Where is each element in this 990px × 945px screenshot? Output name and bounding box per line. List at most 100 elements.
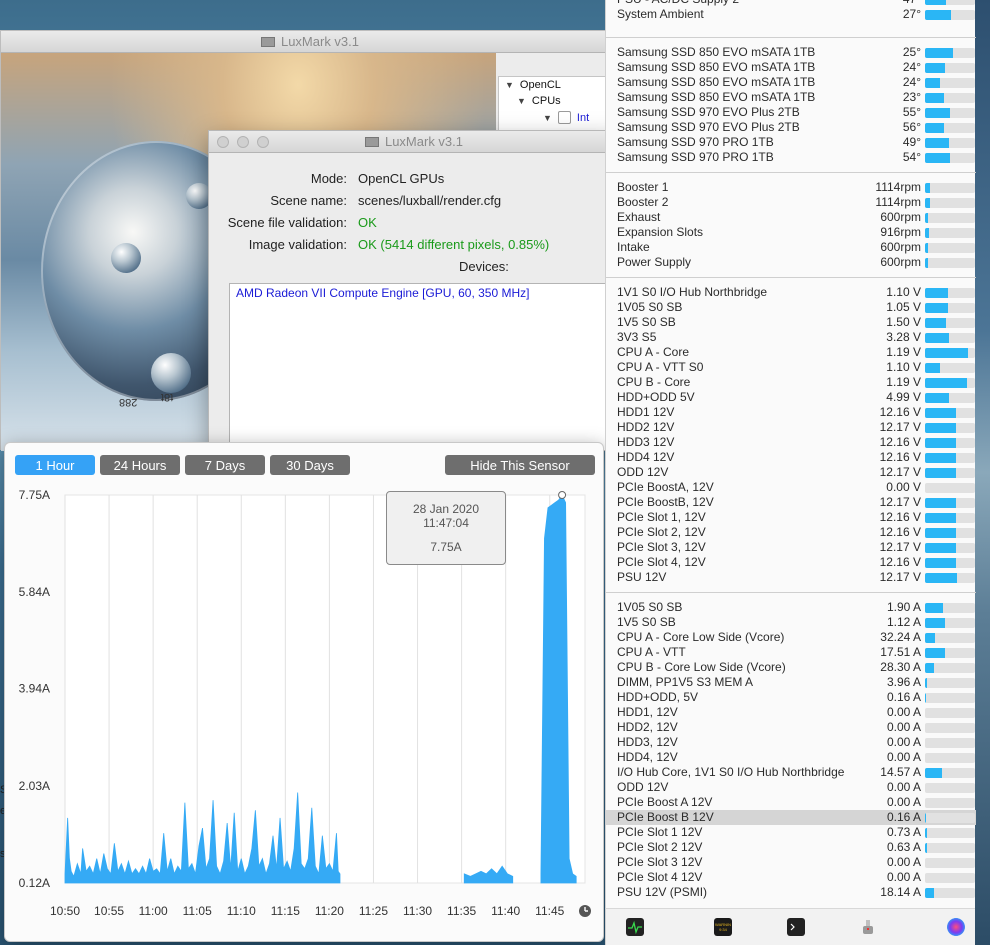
sensor-row[interactable]: 1V05 S0 SB 1.05 V	[606, 300, 976, 315]
sensor-value: 1.50 V	[886, 315, 921, 329]
sensor-history-chart[interactable]: 7.75A 5.84A 3.94A 2.03A 0.12A 10:50 10:55 11:0…	[5, 483, 604, 942]
sensor-row[interactable]: Samsung SSD 850 EVO mSATA 1TB 24°	[606, 75, 976, 90]
sensor-row[interactable]: Samsung SSD 850 EVO mSATA 1TB 23°	[606, 90, 976, 105]
close-window-icon[interactable]	[217, 136, 229, 148]
sensor-row[interactable]: PSU 12V (PSMI) 18.14 A	[606, 885, 976, 900]
sensor-level-fill	[925, 108, 950, 118]
peak-marker	[558, 491, 567, 499]
sensor-row[interactable]: PCIe Slot 4, 12V 12.16 V	[606, 555, 976, 570]
sensor-row[interactable]: CPU A - Core 1.19 V	[606, 345, 976, 360]
minimize-window-icon[interactable]	[237, 136, 249, 148]
sensor-row[interactable]: 1V5 S0 SB 1.50 V	[606, 315, 976, 330]
sensor-row[interactable]: PCIe BoostA, 12V 0.00 V	[606, 480, 976, 495]
luxmark-app-icon	[260, 36, 275, 47]
sensor-row[interactable]: CPU A - VTT 17.51 A	[606, 645, 976, 660]
sensor-level-bar	[925, 723, 975, 733]
sensor-row[interactable]: PCIe Slot 2 12V 0.63 A	[606, 840, 976, 855]
console-log-icon[interactable]: WARNIN 9:34	[714, 918, 732, 936]
sensor-row[interactable]: HDD3, 12V 0.00 A	[606, 735, 976, 750]
sensor-row[interactable]: Samsung SSD 970 PRO 1TB 54°	[606, 150, 976, 165]
sensor-row[interactable]: PCIe Slot 4 12V 0.00 A	[606, 870, 976, 885]
sensor-row[interactable]: HDD4, 12V 0.00 A	[606, 750, 976, 765]
sensor-row[interactable]: 1V5 S0 SB 1.12 A	[606, 615, 976, 630]
sensor-row[interactable]: HDD2 12V 12.17 V	[606, 420, 976, 435]
sensor-row[interactable]: CPU B - Core Low Side (Vcore) 28.30 A	[606, 660, 976, 675]
sensor-row[interactable]: Samsung SSD 970 EVO Plus 2TB 55°	[606, 105, 976, 120]
devices-list[interactable]: AMD Radeon VII Compute Engine [GPU, 60, …	[229, 283, 621, 451]
range-30-days-button[interactable]: 30 Days	[270, 455, 350, 475]
terminal-icon[interactable]	[787, 918, 805, 936]
tree-item-opencl[interactable]: ▼ OpenCL	[505, 79, 561, 91]
sensor-row[interactable]: PCIe Slot 2, 12V 12.16 V	[606, 525, 976, 540]
luxmark-back-titlebar[interactable]: LuxMark v3.1	[1, 31, 619, 53]
range-7-days-button[interactable]: 7 Days	[185, 455, 265, 475]
sensor-row[interactable]: PCIe Boost A 12V 0.00 A	[606, 795, 976, 810]
sensor-value: 12.16 V	[879, 525, 921, 539]
sensor-value: 0.00 A	[886, 780, 921, 794]
sensor-row[interactable]: HDD1 12V 12.16 V	[606, 405, 976, 420]
sensor-row[interactable]: HDD3 12V 12.16 V	[606, 435, 976, 450]
sensor-row[interactable]: PCIe Slot 3, 12V 12.17 V	[606, 540, 976, 555]
sensor-level-bar	[925, 783, 975, 793]
sensor-row[interactable]: PCIe BoostB, 12V 12.17 V	[606, 495, 976, 510]
sensor-row[interactable]: PCIe Slot 3 12V 0.00 A	[606, 855, 976, 870]
disclosure-triangle-icon[interactable]: ▼	[543, 113, 552, 123]
sensor-row[interactable]: ODD 12V 0.00 A	[606, 780, 976, 795]
sensor-row[interactable]: PCIe Slot 1, 12V 12.16 V	[606, 510, 976, 525]
tree-item-cpu-device[interactable]: ▼ Int	[543, 111, 589, 124]
tree-item-cpus[interactable]: ▼ CPUs	[517, 95, 561, 107]
sensor-level-fill	[925, 408, 956, 418]
sensor-row[interactable]: Exhaust 600rpm	[606, 210, 976, 225]
luxmark-front-titlebar[interactable]: LuxMark v3.1	[209, 131, 619, 153]
device-entry[interactable]: AMD Radeon VII Compute Engine [GPU, 60, …	[236, 286, 529, 300]
sensor-row[interactable]: 1V1 S0 I/O Hub Northbridge 1.10 V	[606, 285, 976, 300]
sensor-row[interactable]: HDD+ODD, 5V 0.16 A	[606, 690, 976, 705]
sensor-row[interactable]: DIMM, PP1V5 S3 MEM A 3.96 A	[606, 675, 976, 690]
sensor-name: 1V05 S0 SB	[617, 600, 683, 614]
sensor-name: Booster 2	[617, 195, 669, 209]
sensor-row[interactable]: I/O Hub Core, 1V1 S0 I/O Hub Northbridge…	[606, 765, 976, 780]
sensor-row[interactable]: CPU A - Core Low Side (Vcore) 32.24 A	[606, 630, 976, 645]
sensor-row[interactable]: 3V3 S5 3.28 V	[606, 330, 976, 345]
sensor-row[interactable]: PSU 12V 12.17 V	[606, 570, 976, 585]
sensor-row[interactable]: Booster 1 1114rpm	[606, 180, 976, 195]
sensor-name: HDD+ODD, 5V	[617, 690, 699, 704]
sensor-row[interactable]: Booster 2 1114rpm	[606, 195, 976, 210]
clock-icon[interactable]	[579, 905, 591, 917]
sensor-row[interactable]: HDD+ODD 5V 4.99 V	[606, 390, 976, 405]
activity-monitor-icon[interactable]	[626, 918, 644, 936]
istat-menus-icon[interactable]	[947, 918, 965, 936]
sensor-row[interactable]: Samsung SSD 970 PRO 1TB 49°	[606, 135, 976, 150]
sensor-row[interactable]: 1V05 S0 SB 1.90 A	[606, 600, 976, 615]
sensor-name: 1V5 S0 SB	[617, 315, 676, 329]
sensor-row[interactable]: Samsung SSD 970 EVO Plus 2TB 56°	[606, 120, 976, 135]
sensor-row[interactable]: System Ambient 27°	[606, 7, 976, 22]
sensor-row[interactable]: HDD4 12V 12.16 V	[606, 450, 976, 465]
sensor-row[interactable]: Intake 600rpm	[606, 240, 976, 255]
sensor-row[interactable]: HDD1, 12V 0.00 A	[606, 705, 976, 720]
sensor-row[interactable]: PCIe Slot 1 12V 0.73 A	[606, 825, 976, 840]
sensor-row[interactable]: Power Supply 600rpm	[606, 255, 976, 270]
range-1-hour-button[interactable]: 1 Hour	[15, 455, 95, 475]
device-checkbox[interactable]	[557, 111, 571, 124]
range-24-hours-button[interactable]: 24 Hours	[100, 455, 180, 475]
x-tick-label: 11:45	[535, 904, 564, 918]
disclosure-triangle-icon[interactable]: ▼	[517, 96, 526, 106]
zoom-window-icon[interactable]	[257, 136, 269, 148]
disclosure-triangle-icon[interactable]: ▼	[505, 80, 514, 90]
sensor-row[interactable]: PCIe Boost B 12V 0.16 A	[606, 810, 976, 825]
hide-sensor-button[interactable]: Hide This Sensor	[445, 455, 595, 475]
script-editor-icon[interactable]	[859, 918, 877, 936]
sensor-row[interactable]: CPU B - Core 1.19 V	[606, 375, 976, 390]
sensor-row[interactable]: PSU - AC/DC Supply 2 47°	[606, 0, 976, 7]
sensor-row[interactable]: HDD2, 12V 0.00 A	[606, 720, 976, 735]
sensor-name: HDD2 12V	[617, 420, 675, 434]
sensor-row[interactable]: ODD 12V 12.17 V	[606, 465, 976, 480]
sensor-level-fill	[925, 213, 928, 223]
sensor-row[interactable]: Samsung SSD 850 EVO mSATA 1TB 24°	[606, 60, 976, 75]
sensor-level-bar	[925, 93, 975, 103]
sensor-level-bar	[925, 243, 975, 253]
sensor-row[interactable]: Samsung SSD 850 EVO mSATA 1TB 25°	[606, 45, 976, 60]
sensor-row[interactable]: Expansion Slots 916rpm	[606, 225, 976, 240]
sensor-row[interactable]: CPU A - VTT S0 1.10 V	[606, 360, 976, 375]
